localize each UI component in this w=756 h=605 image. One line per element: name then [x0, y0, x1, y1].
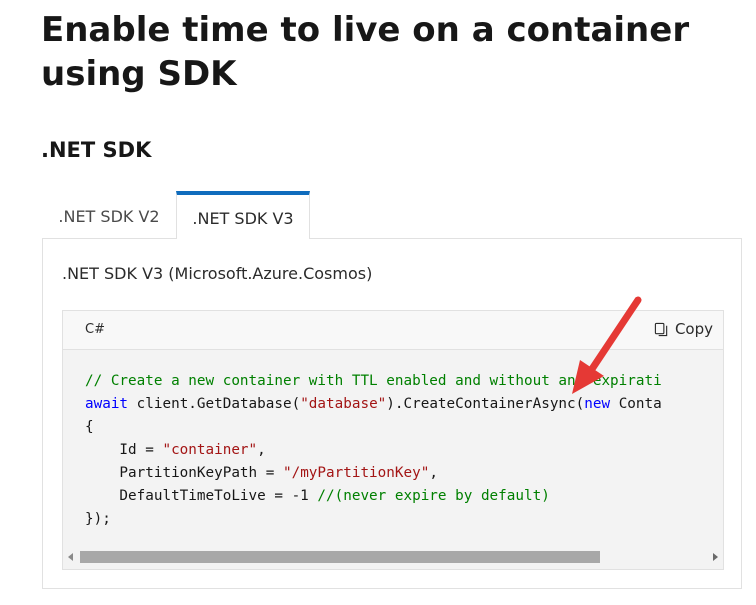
code-text-segment: PartitionKeyPath =: [85, 465, 283, 481]
code-text-segment: {: [85, 419, 94, 435]
code-language-label: C#: [85, 322, 105, 337]
code-string: "/myPartitionKey": [282, 465, 430, 481]
code-text-segment: ,: [257, 442, 266, 458]
scrollbar-thumb[interactable]: [80, 551, 600, 563]
scroll-right-arrow-icon[interactable]: [713, 553, 718, 561]
code-text-segment: });: [85, 511, 111, 527]
code-text-segment: ).CreateContainerAsync(: [386, 396, 585, 412]
tab-net-sdk-v2[interactable]: .NET SDK V2: [42, 191, 176, 239]
section-title: .NET SDK: [41, 138, 152, 162]
horizontal-scrollbar[interactable]: [63, 547, 723, 569]
code-comment: //(never expire by default): [317, 488, 550, 504]
code-text-segment: client.GetDatabase(: [128, 396, 301, 412]
sdk-tab-list: .NET SDK V2 .NET SDK V3: [42, 191, 310, 239]
code-string: "container": [162, 442, 258, 458]
code-text-segment: Id =: [85, 442, 163, 458]
scroll-left-arrow-icon[interactable]: [68, 553, 73, 561]
code-text-segment: ,: [429, 465, 438, 481]
page-title: Enable time to live on a container using…: [41, 10, 690, 94]
code-keyword: await: [85, 396, 129, 412]
code-string: "database": [300, 396, 387, 412]
red-arrow-icon: [572, 296, 642, 394]
code-text-segment: DefaultTimeToLive = -1: [85, 488, 318, 504]
copy-icon: [654, 322, 668, 336]
tab-net-sdk-v3[interactable]: .NET SDK V3: [176, 191, 310, 239]
copy-button[interactable]: Copy: [654, 320, 713, 338]
panel-heading: .NET SDK V3 (Microsoft.Azure.Cosmos): [62, 264, 373, 283]
copy-button-label: Copy: [674, 320, 713, 338]
